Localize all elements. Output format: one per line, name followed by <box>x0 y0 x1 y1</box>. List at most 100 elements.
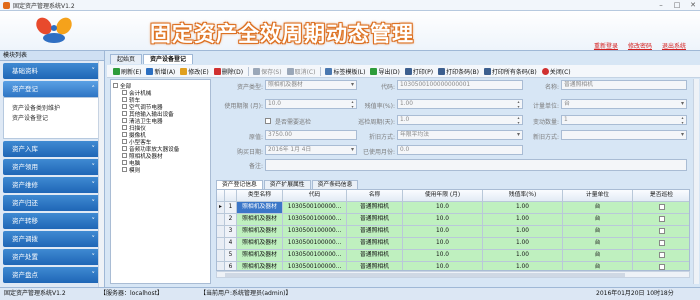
table-cell[interactable]: 普通照相机 <box>347 262 403 270</box>
table-cell[interactable]: 普通照相机 <box>347 238 403 250</box>
sidebar-item-asset-inventory[interactable]: 资产盘点 ˅ <box>3 267 101 283</box>
maximize-icon[interactable]: □ <box>672 1 682 9</box>
inspect-checkbox[interactable] <box>658 251 665 258</box>
sidebar-item-asset-register[interactable]: 资产登记 ˄ <box>3 81 101 97</box>
table-cell[interactable]: 照相机及器材 <box>237 250 283 262</box>
cancel-button[interactable]: 取消(C) <box>286 66 315 77</box>
inspect-checkbox[interactable] <box>658 263 665 270</box>
submenu-asset-register[interactable]: 资产设备登记 <box>12 114 100 124</box>
edit-button[interactable]: 修改(E) <box>180 66 209 77</box>
table-cell[interactable]: 普通照相机 <box>347 214 403 226</box>
submenu-category-maintenance[interactable]: 资产设备类别维护 <box>12 104 100 114</box>
table-cell[interactable]: 1030500100000... <box>283 238 347 250</box>
table-cell[interactable]: 普通照相机 <box>347 226 403 238</box>
table-cell[interactable]: 照相机及器材 <box>237 202 283 214</box>
inspect-cycle-field[interactable]: 1.0 <box>397 115 523 125</box>
checkbox[interactable] <box>122 97 127 102</box>
table-cell[interactable] <box>633 202 689 214</box>
table-cell[interactable]: 1030500100000... <box>283 214 347 226</box>
content-vertical-scrollbar[interactable] <box>693 79 699 284</box>
table-cell[interactable]: 10.0 <box>403 262 483 270</box>
checkbox[interactable] <box>122 90 127 95</box>
note-field[interactable] <box>265 159 687 171</box>
table-cell[interactable] <box>633 226 689 238</box>
table-cell[interactable]: 台 <box>563 238 633 250</box>
tab-barcode-info[interactable]: 资产条码信息 <box>311 180 359 189</box>
refresh-button[interactable]: 刷新(E) <box>113 66 141 77</box>
table-cell[interactable]: 1.00 <box>483 214 563 226</box>
table-cell[interactable]: 1.00 <box>483 250 563 262</box>
table-cell[interactable]: 1030500100000... <box>283 202 347 214</box>
tab-start-page[interactable]: 起始页 <box>110 54 143 64</box>
table-row[interactable]: 5 照相机及器材 1030500100000... 普通照相机 10.0 1.00 台 <box>217 250 689 262</box>
checkbox[interactable] <box>122 139 127 144</box>
purchase-date-field[interactable]: 2016年 1月 4日 <box>265 145 357 155</box>
column-header[interactable]: 代码 <box>283 190 347 202</box>
tree-node[interactable]: 会计机械 <box>113 89 210 97</box>
add-button[interactable]: 新增(A) <box>146 66 175 77</box>
tree-node[interactable]: 摄像机 <box>113 131 210 139</box>
sidebar-item-asset-return[interactable]: 资产归还 ˅ <box>3 195 101 211</box>
code-field[interactable]: 1030500100000000001 <box>397 80 523 90</box>
relogin-link[interactable]: 重新登录 <box>594 41 618 50</box>
checkbox[interactable] <box>122 125 127 130</box>
change-qty-field[interactable]: 1 <box>561 115 687 125</box>
sidebar-item-asset-dispose[interactable]: 资产处置 ˅ <box>3 249 101 265</box>
table-row[interactable]: 4 照相机及器材 1030500100000... 普通照相机 10.0 1.00 台 <box>217 238 689 250</box>
checkbox[interactable] <box>113 83 118 88</box>
tree-node[interactable]: 清洁卫生电器 <box>113 117 210 125</box>
sidebar-item-basic-data[interactable]: 基础资料 ˅ <box>3 63 101 79</box>
table-cell[interactable]: 台 <box>563 226 633 238</box>
print-barcode-button[interactable]: 打印条码(B) <box>438 66 479 77</box>
sidebar-item-asset-allocate[interactable]: 资产调拨 ˅ <box>3 231 101 247</box>
table-cell[interactable]: 10.0 <box>403 238 483 250</box>
table-cell[interactable]: 10.0 <box>403 250 483 262</box>
table-row[interactable]: 3 照相机及器材 1030500100000... 普通照相机 10.0 1.00 台 <box>217 226 689 238</box>
inspect-checkbox[interactable] <box>658 239 665 246</box>
sidebar-item-asset-repair[interactable]: 资产维修 ˅ <box>3 177 101 193</box>
table-cell[interactable]: 照相机及器材 <box>237 262 283 270</box>
table-cell[interactable]: 台 <box>563 262 633 270</box>
used-months-field[interactable]: 0.0 <box>397 145 523 155</box>
table-row[interactable]: 2 照相机及器材 1030500100000... 普通照相机 10.0 1.00 台 <box>217 214 689 226</box>
inspect-checkbox[interactable] <box>265 118 271 124</box>
table-cell[interactable]: 1030500100000... <box>283 226 347 238</box>
change-password-link[interactable]: 修改密码 <box>628 41 652 50</box>
table-cell[interactable]: 照相机及器材 <box>237 238 283 250</box>
inspect-checkbox[interactable] <box>658 203 665 210</box>
table-cell[interactable] <box>633 262 689 270</box>
table-cell[interactable]: 1.00 <box>483 262 563 270</box>
logout-link[interactable]: 退出系统 <box>662 41 686 50</box>
sidebar-item-asset-in[interactable]: 资产入库 ˅ <box>3 141 101 157</box>
checkbox[interactable] <box>122 153 127 158</box>
checkbox[interactable] <box>122 167 127 172</box>
checkbox[interactable] <box>122 146 127 151</box>
checkbox[interactable] <box>122 118 127 123</box>
column-header[interactable]: 使用年限 (月) <box>403 190 483 202</box>
table-cell[interactable]: 照相机及器材 <box>237 214 283 226</box>
sidebar-scrollbar[interactable] <box>98 61 104 287</box>
delete-button[interactable]: 删除(D) <box>213 66 243 77</box>
checkbox[interactable] <box>122 104 127 109</box>
tree-node[interactable]: 模则 <box>113 166 210 174</box>
table-cell[interactable]: 台 <box>563 250 633 262</box>
tab-extended-attributes[interactable]: 资产扩展属性 <box>263 180 311 189</box>
name-field[interactable]: 普通照相机 <box>561 80 687 90</box>
table-cell[interactable]: 1030500100000... <box>283 262 347 270</box>
print-button[interactable]: 打印(P) <box>404 66 433 77</box>
checkbox[interactable] <box>122 111 127 116</box>
scrollbar-thumb[interactable] <box>225 273 625 277</box>
table-cell[interactable]: 台 <box>563 214 633 226</box>
tree-node-root[interactable]: 全部 <box>113 82 210 90</box>
column-header[interactable]: 计量单位 <box>563 190 633 202</box>
close-icon[interactable]: ✕ <box>688 1 698 9</box>
table-row[interactable]: ▸ 1 照相机及器材 1030500100000... 普通照相机 10.0 1.00 台 <box>217 202 689 214</box>
tree-node[interactable]: 电脑 <box>113 159 210 167</box>
sidebar-item-asset-transfer[interactable]: 资产转移 ˅ <box>3 213 101 229</box>
new-old-field[interactable] <box>561 130 687 140</box>
salvage-rate-field[interactable]: 1.00 <box>397 99 523 109</box>
label-template-button[interactable]: 标签模板(L) <box>325 66 365 77</box>
sidebar-item-asset-receive[interactable]: 资产领用 ˅ <box>3 159 101 175</box>
table-cell[interactable] <box>633 250 689 262</box>
save-button[interactable]: 保存(S) <box>253 66 282 77</box>
